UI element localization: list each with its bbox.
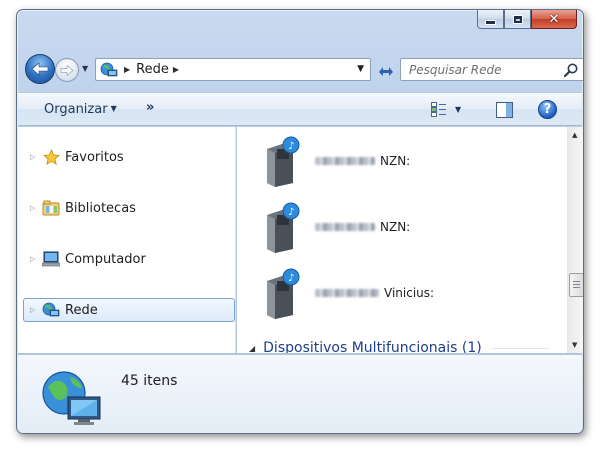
expand-arrow-icon[interactable]: ▷ <box>30 153 42 161</box>
list-item[interactable]: ♪ NZN: <box>263 133 410 189</box>
nav-item-label: Bibliotecas <box>65 200 136 216</box>
expand-arrow-icon[interactable]: ▷ <box>30 255 42 263</box>
scroll-down-icon[interactable]: ▼ <box>572 341 577 349</box>
list-item[interactable]: ♪ NZN: <box>263 199 410 255</box>
search-box[interactable] <box>400 58 583 81</box>
list-item[interactable]: ♪ Vinicius: <box>263 265 434 321</box>
star-icon <box>42 148 60 166</box>
organize-label: Organizar <box>44 102 108 117</box>
nav-item-label: Computador <box>65 251 146 267</box>
maximize-icon <box>512 14 523 24</box>
chevron-down-icon: ▼ <box>110 104 117 113</box>
content-pane: ♪ NZN: ♪ NZN: ♪ Vinicius: ◢ Dispositivos… <box>237 127 567 353</box>
close-icon: ✕ <box>548 11 560 27</box>
svg-text:♪: ♪ <box>288 141 294 152</box>
nav-item-favoritos[interactable]: ▷ Favoritos <box>23 145 235 169</box>
close-button[interactable]: ✕ <box>531 10 577 29</box>
svg-text:♪: ♪ <box>288 207 294 218</box>
nav-item-rede[interactable]: ▷ Rede <box>23 298 235 322</box>
nav-item-bibliotecas[interactable]: ▷ Bibliotecas <box>23 196 235 220</box>
back-button[interactable] <box>25 54 55 84</box>
preview-pane-button[interactable] <box>496 102 513 118</box>
nav-item-computador[interactable]: ▷ Computador <box>23 247 235 271</box>
media-device-icon: ♪ <box>263 201 305 253</box>
back-arrow-icon <box>31 62 49 76</box>
explorer-window: ✕ ▼ ▶ Rede ▶ ▼ Pesquisar Rede Organizar … <box>16 9 584 434</box>
search-input[interactable] <box>409 62 559 77</box>
forward-arrow-icon <box>60 64 74 76</box>
scroll-up-icon[interactable]: ▲ <box>572 131 577 139</box>
redacted-name <box>315 223 375 231</box>
nav-item-label: Favoritos <box>65 149 124 165</box>
redacted-name <box>315 157 375 165</box>
minimize-icon <box>485 19 496 25</box>
breadcrumb-rede[interactable]: Rede <box>136 62 169 77</box>
redacted-name <box>315 289 379 297</box>
refresh-button[interactable] <box>375 59 397 80</box>
media-device-icon: ♪ <box>263 267 305 319</box>
scroll-thumb[interactable] <box>569 273 583 297</box>
nav-item-label: Rede <box>65 302 98 318</box>
network-icon <box>42 301 60 319</box>
breadcrumb-arrow-icon[interactable]: ▶ <box>173 65 179 74</box>
media-device-icon: ♪ <box>263 135 305 187</box>
command-bar: Organizar ▼ » ▼ ? <box>18 92 582 126</box>
chevron-down-icon: ▼ <box>455 105 462 114</box>
network-globe-icon <box>40 367 104 427</box>
search-icon[interactable] <box>563 62 579 78</box>
address-bar[interactable]: ▶ Rede ▶ ▼ <box>95 58 371 81</box>
network-icon <box>98 61 120 79</box>
navigation-pane: ▷ Favoritos ▷ Bibliotecas ▷ Computador ▷ <box>18 127 236 353</box>
forward-button[interactable] <box>55 58 79 82</box>
navigation-bar: ▼ ▶ Rede ▶ ▼ <box>25 54 583 84</box>
group-header-label: Dispositivos Multifuncionais (1) <box>263 340 482 353</box>
maximize-button[interactable] <box>504 10 531 29</box>
expand-arrow-icon[interactable]: ▷ <box>30 306 42 314</box>
change-view-button[interactable]: ▼ <box>431 102 461 117</box>
item-name-label: NZN: <box>380 220 411 234</box>
help-button[interactable]: ? <box>538 100 557 119</box>
group-header[interactable]: ◢ Dispositivos Multifuncionais (1) <box>249 340 549 353</box>
libraries-icon <box>42 199 60 217</box>
item-count: 45 itens <box>121 373 178 389</box>
refresh-icon <box>379 66 393 76</box>
expand-arrow-icon[interactable]: ▷ <box>30 204 42 212</box>
group-divider <box>491 347 549 349</box>
collapse-group-icon[interactable]: ◢ <box>249 344 255 353</box>
item-name-label: NZN: <box>380 154 411 168</box>
caption-buttons: ✕ <box>477 10 577 29</box>
minimize-button[interactable] <box>477 10 504 29</box>
view-options-icon <box>431 102 446 117</box>
details-pane: 45 itens <box>18 354 582 433</box>
recent-pages-dropdown-icon[interactable]: ▼ <box>82 64 88 73</box>
more-commands-button[interactable]: » <box>146 100 154 115</box>
breadcrumb-arrow-icon[interactable]: ▶ <box>124 65 130 74</box>
computer-icon <box>42 250 60 268</box>
vertical-scrollbar[interactable]: ▲ ▼ <box>567 127 583 353</box>
item-name-label: Vinicius: <box>384 286 435 300</box>
svg-text:♪: ♪ <box>288 273 294 284</box>
organize-button[interactable]: Organizar ▼ <box>44 102 117 117</box>
address-history-dropdown-icon[interactable]: ▼ <box>357 64 364 74</box>
